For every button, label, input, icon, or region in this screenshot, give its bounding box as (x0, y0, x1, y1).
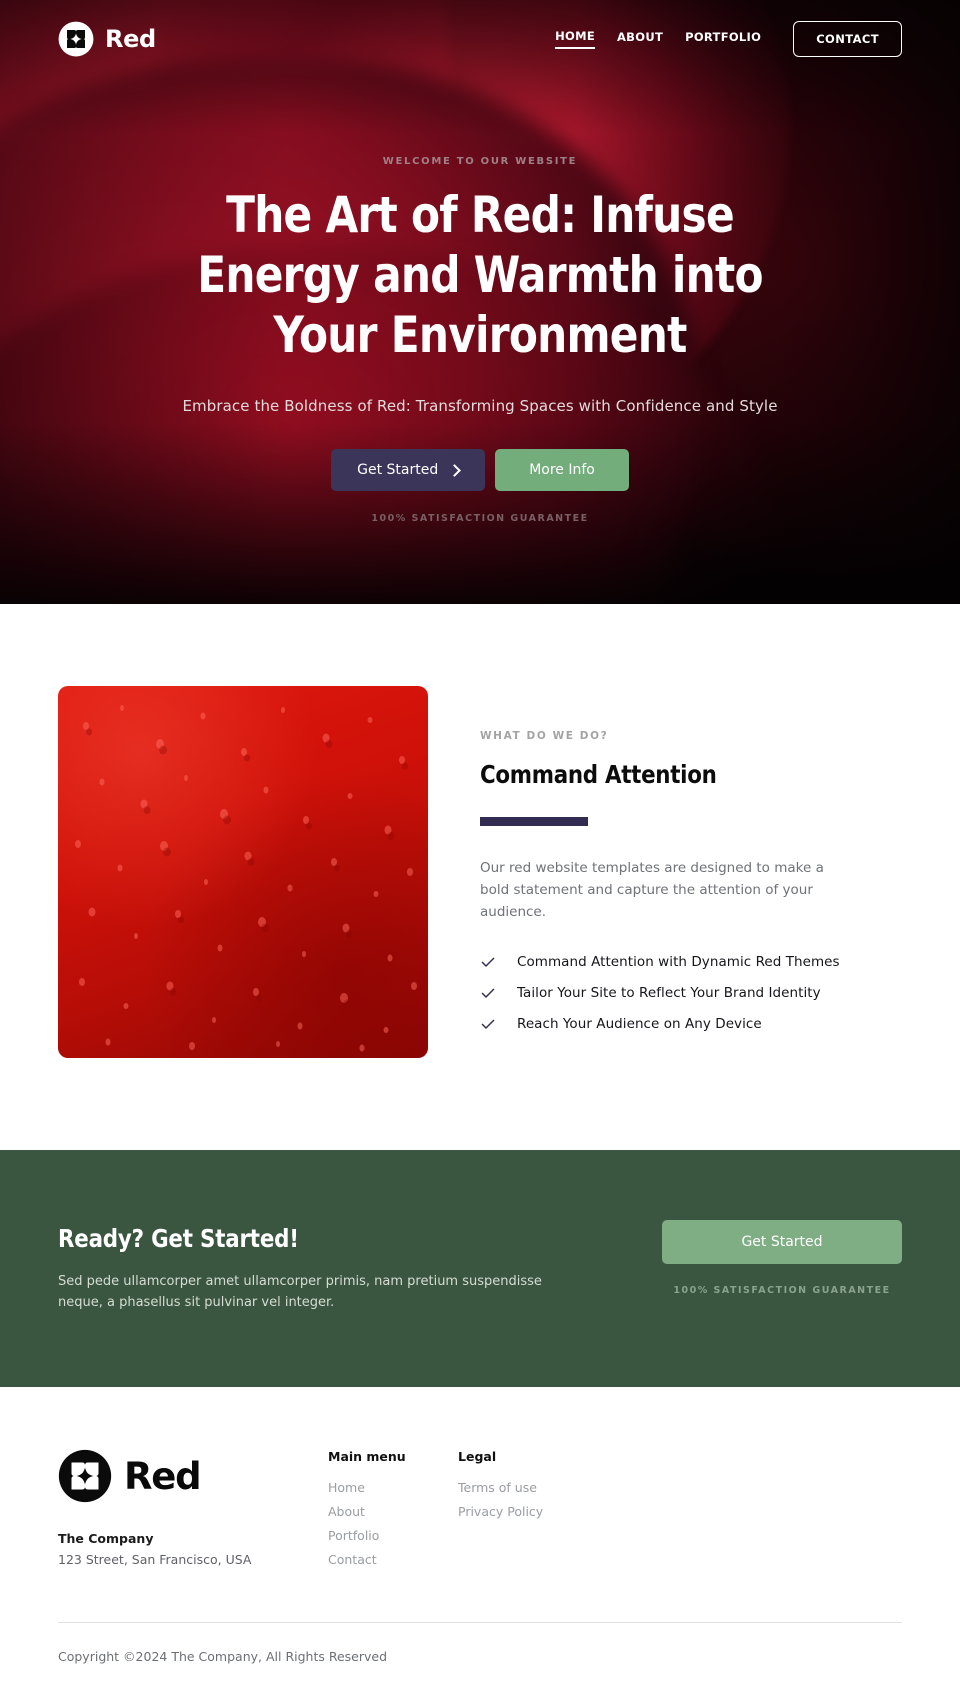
list-item: Command Attention with Dynamic Red Theme… (480, 954, 902, 970)
cta-action-block: Get Started 100% SATISFACTION GUARANTEE (662, 1220, 902, 1296)
footer-section: Red The Company 123 Street, San Francisc… (0, 1387, 960, 1700)
footer-link-contact[interactable]: Contact (328, 1552, 458, 1567)
list-item: Reach Your Audience on Any Device (480, 1016, 902, 1032)
chevron-right-icon (448, 463, 462, 477)
footer-brand-column: Red The Company 123 Street, San Francisc… (58, 1449, 328, 1576)
top-navigation-bar: Red HOME ABOUT PORTFOLIO CONTACT (0, 0, 960, 78)
red-water-droplets-image (58, 686, 428, 1058)
cta-guarantee-text: 100% SATISFACTION GUARANTEE (673, 1285, 891, 1296)
hero-section: Red HOME ABOUT PORTFOLIO CONTACT WELCOME… (0, 0, 960, 604)
footer-link-portfolio[interactable]: Portfolio (328, 1528, 458, 1543)
check-icon (480, 954, 496, 970)
nav-item-about[interactable]: ABOUT (617, 30, 663, 48)
feature-body-text: Our red website templates are designed t… (480, 860, 824, 920)
footer-copyright: Copyright ©2024 The Company, All Rights … (58, 1649, 388, 1665)
footer-column-title: Main menu (328, 1449, 406, 1465)
footer-link-terms[interactable]: Terms of use (458, 1480, 588, 1495)
footer-brand-logo[interactable]: Red (58, 1449, 328, 1503)
footer-link-privacy[interactable]: Privacy Policy (458, 1504, 588, 1519)
feature-text-block: WHAT DO WE DO? Command Attention Our red… (480, 686, 902, 1047)
brand-logo[interactable]: Red (58, 21, 156, 57)
feature-title: Command Attention (480, 760, 717, 789)
check-icon (480, 985, 496, 1001)
hero-button-group: Get Started More Info (0, 449, 960, 491)
footer-address: 123 Street, San Francisco, USA (58, 1552, 252, 1568)
nav-links: HOME ABOUT PORTFOLIO (555, 29, 761, 49)
hero-guarantee-text: 100% SATISFACTION GUARANTEE (371, 513, 589, 524)
footer-column-main-menu: Main menu Home About Portfolio Contact (328, 1449, 458, 1576)
footer-company-name: The Company (58, 1531, 154, 1547)
list-item-label: Tailor Your Site to Reflect Your Brand I… (517, 984, 821, 1001)
hero-title: The Art of Red: Infuse Energy and Warmth… (197, 186, 763, 364)
nav-right-group: HOME ABOUT PORTFOLIO CONTACT (555, 21, 902, 57)
hero-content: WELCOME TO OUR WEBSITE The Art of Red: I… (0, 78, 960, 524)
cta-title: Ready? Get Started! (58, 1224, 299, 1253)
hero-more-info-button[interactable]: More Info (495, 449, 629, 491)
contact-button[interactable]: CONTACT (793, 21, 902, 57)
hero-get-started-label: Get Started (357, 462, 439, 478)
nav-item-home[interactable]: HOME (555, 29, 595, 49)
feature-check-list: Command Attention with Dynamic Red Theme… (480, 954, 902, 1032)
brand-name: Red (105, 25, 156, 53)
feature-eyebrow: WHAT DO WE DO? (480, 730, 609, 742)
check-icon (480, 1016, 496, 1032)
list-item: Tailor Your Site to Reflect Your Brand I… (480, 985, 902, 1001)
landing-page: Red HOME ABOUT PORTFOLIO CONTACT WELCOME… (0, 0, 960, 1700)
cta-text-block: Ready? Get Started! Sed pede ullamcorper… (58, 1220, 578, 1313)
footer-column-legal: Legal Terms of use Privacy Policy (458, 1449, 588, 1576)
feature-accent-rule (480, 817, 588, 826)
footer-link-home[interactable]: Home (328, 1480, 458, 1495)
cta-get-started-button[interactable]: Get Started (662, 1220, 902, 1264)
red-petal-logo-icon (58, 1449, 112, 1503)
cta-section: Ready? Get Started! Sed pede ullamcorper… (0, 1150, 960, 1388)
feature-section: WHAT DO WE DO? Command Attention Our red… (0, 604, 960, 1150)
footer-top: Red The Company 123 Street, San Francisc… (58, 1449, 902, 1576)
hero-eyebrow: WELCOME TO OUR WEBSITE (382, 156, 578, 167)
hero-get-started-button[interactable]: Get Started (331, 449, 486, 491)
hero-subtitle: Embrace the Boldness of Red: Transformin… (182, 397, 778, 415)
list-item-label: Reach Your Audience on Any Device (517, 1015, 762, 1032)
footer-column-title: Legal (458, 1449, 497, 1465)
cta-body-text: Sed pede ullamcorper amet ullamcorper pr… (58, 1274, 542, 1311)
footer-link-about[interactable]: About (328, 1504, 458, 1519)
footer-brand-name: Red (124, 1454, 202, 1498)
list-item-label: Command Attention with Dynamic Red Theme… (517, 953, 840, 970)
red-petal-logo-icon (58, 21, 94, 57)
nav-item-portfolio[interactable]: PORTFOLIO (685, 30, 761, 48)
